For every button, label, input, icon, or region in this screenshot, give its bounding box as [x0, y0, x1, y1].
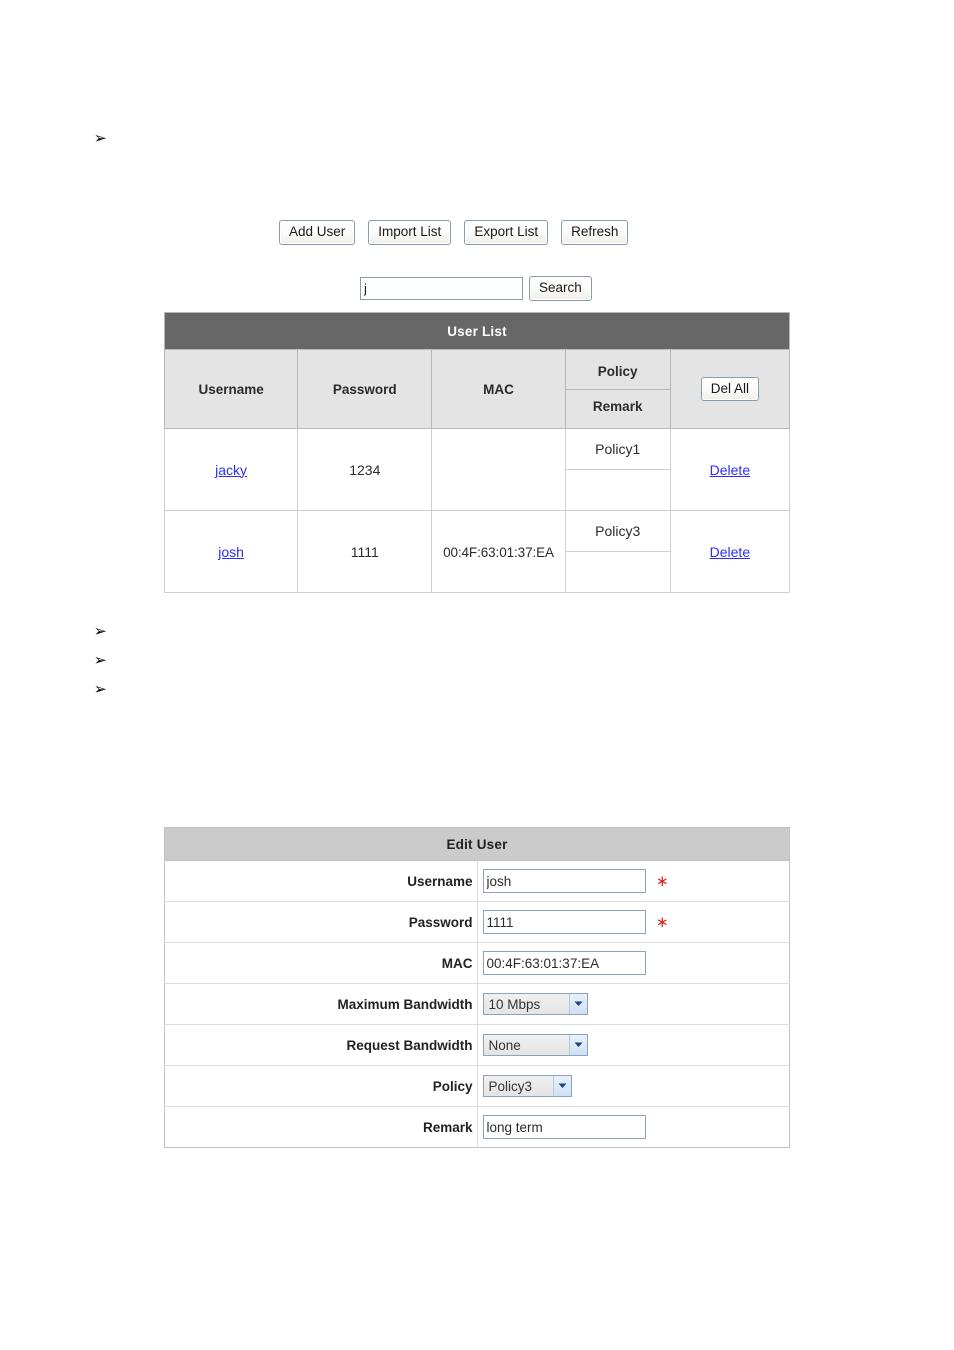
label-remark: Remark — [164, 1106, 478, 1148]
cell-policy-remark: Policy3 — [564, 510, 671, 593]
cell-policy-remark: Policy1 — [564, 428, 671, 511]
field-remark — [477, 1106, 790, 1148]
form-row-request-bandwidth: Request Bandwidth None — [164, 1024, 790, 1066]
label-username: Username — [164, 860, 478, 902]
user-list-toolbar: Add User Import List Export List Refresh — [279, 220, 629, 245]
edit-user-form: Edit User Username ∗ Password ∗ MAC — [164, 827, 790, 1148]
username-input[interactable] — [482, 869, 646, 893]
column-header-mac: MAC — [431, 349, 566, 429]
policy-value: Policy3 — [483, 1076, 553, 1096]
search-input[interactable] — [360, 276, 523, 300]
cell-password: 1234 — [297, 428, 433, 511]
delete-link[interactable]: Delete — [710, 544, 750, 560]
column-header-remark: Remark — [565, 389, 670, 424]
refresh-button[interactable]: Refresh — [561, 220, 629, 245]
search-row: Search — [360, 276, 592, 301]
column-header-password: Password — [297, 349, 433, 429]
bullet-item-4: ➢ — [94, 682, 107, 697]
chevron-down-icon — [568, 1035, 587, 1055]
cell-username: josh — [163, 510, 299, 593]
cell-remark — [565, 469, 670, 510]
arrowhead-bullet-icon: ➢ — [93, 622, 107, 640]
form-row-maximum-bandwidth: Maximum Bandwidth 10 Mbps — [164, 983, 790, 1025]
export-list-button[interactable]: Export List — [464, 220, 549, 245]
field-password: ∗ — [477, 901, 790, 943]
request-bandwidth-value: None — [483, 1035, 569, 1055]
password-input[interactable] — [482, 910, 646, 934]
cell-password: 1111 — [297, 510, 433, 593]
chevron-down-icon — [568, 994, 587, 1014]
arrowhead-bullet-icon: ➢ — [93, 651, 107, 669]
bullet-item-1: ➢ — [94, 131, 107, 146]
cell-username: jacky — [163, 428, 299, 511]
cell-policy: Policy3 — [565, 511, 670, 552]
maximum-bandwidth-select[interactable]: 10 Mbps — [482, 993, 588, 1015]
remark-input[interactable] — [482, 1115, 646, 1139]
user-list-title: User List — [164, 312, 790, 350]
edit-user-title: Edit User — [164, 827, 790, 861]
form-row-policy: Policy Policy3 — [164, 1065, 790, 1107]
column-header-username: Username — [163, 349, 299, 429]
column-header-policy: Policy — [565, 354, 670, 390]
required-marker-icon: ∗ — [655, 872, 669, 890]
cell-remark — [565, 551, 670, 592]
label-mac: MAC — [164, 942, 478, 984]
policy-select[interactable]: Policy3 — [482, 1075, 572, 1097]
arrowhead-bullet-icon: ➢ — [93, 680, 107, 698]
request-bandwidth-select[interactable]: None — [482, 1034, 588, 1056]
maximum-bandwidth-value: 10 Mbps — [483, 994, 569, 1014]
cell-mac — [431, 428, 566, 511]
field-mac — [477, 942, 790, 984]
required-marker-icon: ∗ — [655, 913, 669, 931]
field-policy: Policy3 — [477, 1065, 790, 1107]
column-header-policy-remark: Policy Remark — [564, 349, 671, 429]
user-link-jacky[interactable]: jacky — [215, 462, 247, 478]
label-request-bandwidth: Request Bandwidth — [164, 1024, 478, 1066]
cell-mac: 00:4F:63:01:37:EA — [431, 510, 566, 593]
bullet-item-2: ➢ — [94, 624, 107, 639]
cell-mac-text: 00:4F:63:01:37:EA — [443, 544, 554, 560]
field-request-bandwidth: None — [477, 1024, 790, 1066]
document-page: ➢ ➢ ➢ ➢ Add User Import List Export List… — [0, 0, 954, 1350]
delete-link[interactable]: Delete — [710, 462, 750, 478]
form-row-password: Password ∗ — [164, 901, 790, 943]
table-row: josh 1111 00:4F:63:01:37:EA Policy3 Dele… — [163, 510, 791, 593]
cell-policy: Policy1 — [565, 429, 670, 470]
user-list-table: User List Username Password MAC Policy R… — [163, 312, 791, 593]
form-row-mac: MAC — [164, 942, 790, 984]
add-user-button[interactable]: Add User — [279, 220, 356, 245]
column-header-action: Del All — [669, 349, 791, 429]
field-username: ∗ — [477, 860, 790, 902]
label-maximum-bandwidth: Maximum Bandwidth — [164, 983, 478, 1025]
import-list-button[interactable]: Import List — [368, 220, 452, 245]
arrowhead-bullet-icon: ➢ — [93, 129, 107, 147]
search-button[interactable]: Search — [529, 276, 592, 301]
form-row-username: Username ∗ — [164, 860, 790, 902]
bullet-item-3: ➢ — [94, 653, 107, 668]
user-link-josh[interactable]: josh — [218, 544, 244, 560]
chevron-down-icon — [552, 1076, 571, 1096]
form-row-remark: Remark — [164, 1106, 790, 1148]
label-policy: Policy — [164, 1065, 478, 1107]
label-password: Password — [164, 901, 478, 943]
field-maximum-bandwidth: 10 Mbps — [477, 983, 790, 1025]
cell-action: Delete — [669, 510, 791, 593]
table-row: jacky 1234 Policy1 Delete — [163, 428, 791, 511]
mac-input[interactable] — [482, 951, 646, 975]
del-all-button[interactable]: Del All — [700, 376, 760, 402]
cell-action: Delete — [669, 428, 791, 511]
